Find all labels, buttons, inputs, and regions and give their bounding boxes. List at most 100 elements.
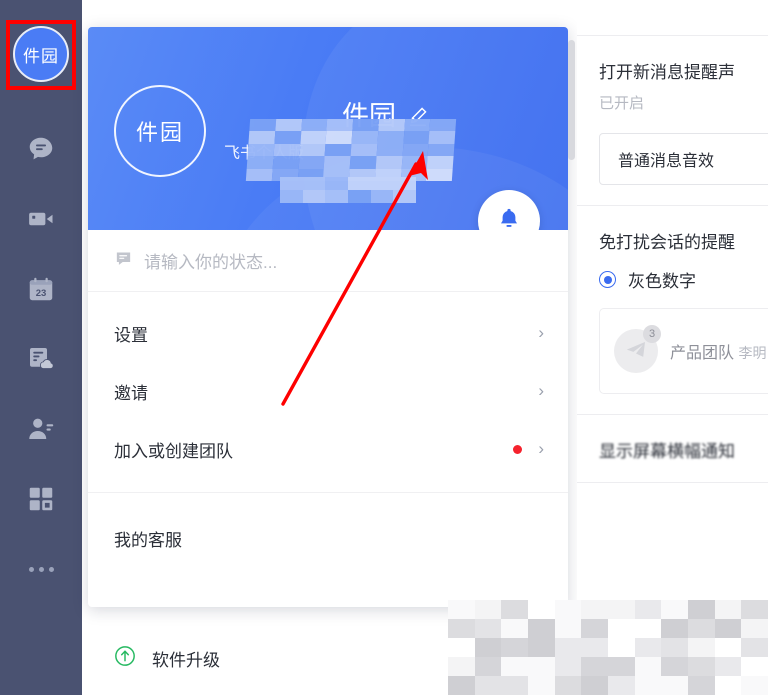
mosaic-block (687, 600, 715, 619)
mosaic-block (501, 657, 528, 676)
mosaic-block (741, 600, 768, 619)
bottom-mosaic-redaction (448, 600, 768, 695)
status-badge (513, 444, 523, 454)
menu-item-label: 我的客服 (114, 530, 182, 550)
mosaic-block (581, 657, 608, 676)
banner-settings-section: 显示屏幕横幅通知 (577, 415, 768, 483)
preview-message: 李明：大 (738, 345, 768, 361)
dnd-setting-title: 免打扰会话的提醒 (599, 233, 735, 252)
mosaic-block (501, 638, 528, 657)
profile-popover: 件园 件园 飞书个人版 请输入你的状态... 设置 › 邀请 › 加入或创建团队… (88, 27, 568, 607)
notification-settings-panel: 打开新消息提醒声 已开启 普通消息音效 免打扰会话的提醒 灰色数字 3 产品团队… (577, 0, 768, 695)
banner-setting-title: 显示屏幕横幅通知 (599, 442, 735, 461)
menu-item-label: 设置 (114, 325, 148, 345)
mosaic-block (741, 638, 768, 657)
rail-avatar-wrap[interactable]: 件园 (13, 26, 69, 82)
mosaic-block (714, 638, 742, 657)
menu-item-label: 邀请 (114, 383, 148, 403)
dnd-settings-section: 免打扰会话的提醒 灰色数字 3 产品团队 李明：大 (577, 206, 768, 415)
mosaic-block (554, 657, 582, 676)
video-icon (26, 204, 56, 234)
unread-badge: 3 (643, 325, 661, 343)
mosaic-block (687, 638, 715, 657)
mosaic-block (581, 619, 608, 638)
profile-subtitle: 飞书个人版 (224, 145, 305, 162)
mosaic-block (581, 638, 608, 657)
mosaic-block (661, 657, 688, 676)
profile-row: 件园 件园 飞书个人版 (114, 85, 429, 177)
menu-item-label: 加入或创建团队 (114, 441, 233, 461)
apps-grid-icon (26, 484, 56, 514)
menu-item-settings[interactable]: 设置 › (88, 304, 568, 362)
status-input-row[interactable]: 请输入你的状态... (88, 230, 568, 292)
dot (38, 566, 44, 572)
dnd-radio-label: 灰色数字 (628, 272, 696, 291)
panel-scrollbar[interactable] (568, 40, 575, 160)
dnd-radio-option[interactable]: 灰色数字 (599, 267, 768, 292)
profile-name: 件园 (342, 101, 396, 131)
mosaic-block (741, 657, 768, 676)
pencil-icon[interactable] (406, 105, 429, 128)
chevron-right-icon: › (538, 381, 544, 400)
profile-text: 件园 飞书个人版 (224, 99, 429, 163)
paper-plane-icon (626, 342, 645, 357)
mosaic-block (474, 600, 502, 619)
sidebar-item-calendar[interactable]: 23 (17, 264, 65, 314)
radio-selected-icon[interactable] (599, 271, 616, 288)
mosaic-block (714, 657, 742, 676)
mosaic-block (607, 619, 635, 638)
name-redacted-spacer (224, 116, 342, 117)
mosaic-block (527, 638, 555, 657)
mosaic-block (687, 657, 715, 676)
avatar[interactable]: 件园 (114, 85, 206, 177)
mosaic-block (634, 600, 662, 619)
mosaic-block (448, 638, 475, 657)
mosaic-block (474, 676, 502, 695)
mosaic-block (661, 638, 688, 657)
mosaic-block (634, 638, 662, 657)
status-input-placeholder: 请输入你的状态... (144, 253, 278, 272)
sidebar-item-contacts[interactable] (17, 404, 65, 454)
chevron-right-icon: › (538, 323, 544, 342)
dot (48, 566, 54, 572)
mosaic-block (527, 600, 555, 619)
mosaic-block (714, 676, 742, 695)
sidebar-item-video[interactable] (17, 194, 65, 244)
preview-text: 产品团队 李明：大 (670, 339, 768, 363)
left-rail: 件园 23 (0, 0, 82, 695)
calendar-icon: 23 (26, 274, 56, 304)
chat-icon (26, 134, 56, 164)
mosaic-block (661, 676, 688, 695)
bell-icon (496, 206, 522, 231)
mosaic-block (554, 676, 582, 695)
mosaic-block (474, 619, 502, 638)
rail-avatar-label: 件园 (23, 46, 59, 66)
rail-icon-list: 23 (17, 124, 65, 614)
mosaic-block (634, 619, 662, 638)
mosaic-block (581, 600, 608, 619)
mosaic-block (687, 676, 715, 695)
sidebar-item-more[interactable] (17, 544, 65, 594)
mosaic-block (607, 676, 635, 695)
mosaic-block (634, 657, 662, 676)
sidebar-item-docs[interactable] (17, 334, 65, 384)
sound-effect-select[interactable]: 普通消息音效 (599, 133, 768, 185)
mosaic-block (687, 619, 715, 638)
mosaic-block (554, 638, 582, 657)
menu-item-join-or-create-team[interactable]: 加入或创建团队 › (88, 420, 568, 478)
mosaic-block (661, 619, 688, 638)
sidebar-item-chat[interactable] (17, 124, 65, 174)
sidebar-item-apps[interactable] (17, 474, 65, 524)
mosaic-block (607, 638, 635, 657)
mosaic-block (741, 676, 768, 695)
avatar-label: 件园 (135, 120, 184, 145)
sound-settings-section: 打开新消息提醒声 已开启 普通消息音效 (577, 36, 768, 206)
speech-bubble-icon (114, 249, 133, 273)
mosaic-block (634, 676, 662, 695)
rail-avatar[interactable]: 件园 (13, 26, 69, 82)
menu-item-invite[interactable]: 邀请 › (88, 362, 568, 420)
menu-item-my-support[interactable]: 我的客服 (88, 509, 568, 567)
mosaic-block (607, 657, 635, 676)
mosaic-block (714, 619, 742, 638)
mosaic-block (474, 638, 502, 657)
